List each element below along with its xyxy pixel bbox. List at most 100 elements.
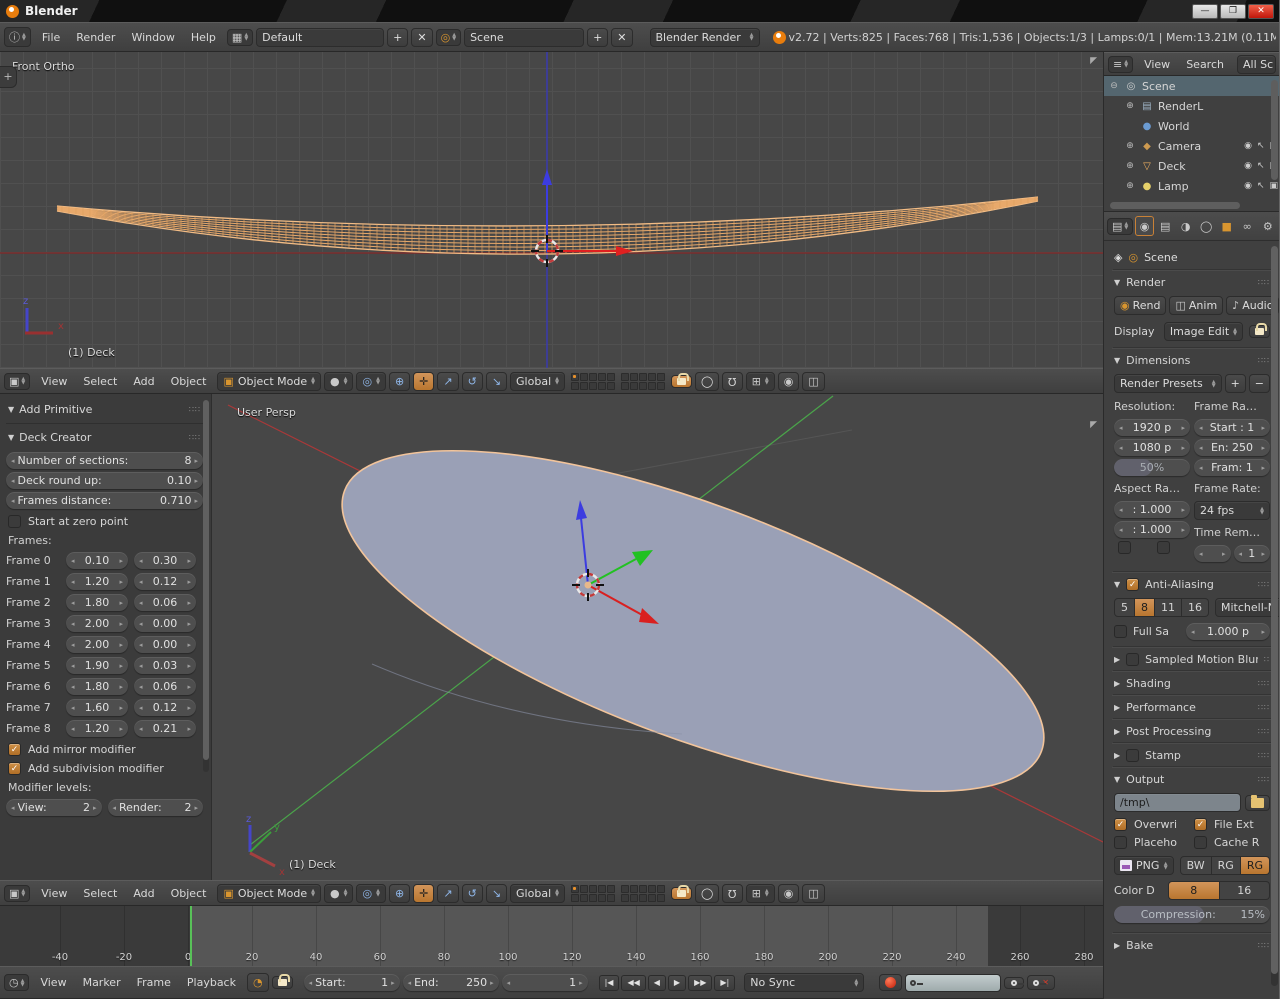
layers-widget[interactable] xyxy=(571,885,665,902)
scale-manipulator-button[interactable]: ↘ xyxy=(486,884,507,903)
translate-manipulator-button[interactable]: ↗ xyxy=(437,372,458,391)
translate-manipulator-button[interactable]: ↗ xyxy=(437,884,458,903)
layer-cell[interactable] xyxy=(639,382,647,390)
lock-time-button[interactable] xyxy=(272,976,293,989)
next-keyframe-button[interactable]: ▶▶ xyxy=(688,975,712,991)
frame-height-field[interactable]: ◂0.21▸ xyxy=(134,720,196,737)
menu-frame[interactable]: Frame xyxy=(129,973,179,992)
layer-cell[interactable] xyxy=(589,885,597,893)
layer-cell[interactable] xyxy=(598,382,606,390)
region-corner-icon[interactable]: ◤ xyxy=(1090,56,1097,66)
viewport-front-ortho[interactable]: z x Front Ortho (1) Deck + ◤ xyxy=(0,52,1103,368)
layer-cell[interactable] xyxy=(598,894,606,902)
aa-samples-5[interactable]: 5 xyxy=(1114,598,1135,617)
frame-height-field[interactable]: ◂0.12▸ xyxy=(134,573,196,590)
pivot-point-dropdown[interactable]: ◎▲▼ xyxy=(356,884,385,903)
layer-cell[interactable] xyxy=(630,885,638,893)
number-of-sections-field[interactable]: ◂Number of sections:8▸ xyxy=(6,452,203,469)
motion-blur-checkbox[interactable] xyxy=(1126,653,1139,666)
file-browse-button[interactable] xyxy=(1245,795,1270,811)
file-format-dropdown[interactable]: PNG▲▼ xyxy=(1114,856,1174,875)
time-remap-old-field[interactable]: ◂▸ xyxy=(1194,545,1231,562)
pin-icon[interactable]: ◈ xyxy=(1114,251,1122,264)
pivot-point-dropdown[interactable]: ◎▲▼ xyxy=(356,372,385,391)
visibility-eye-icon[interactable]: ◉ xyxy=(1244,181,1252,191)
depth-8[interactable]: 8 xyxy=(1168,881,1220,900)
snap-element-dropdown[interactable]: ⊞▲▼ xyxy=(746,372,775,391)
mode-bw[interactable]: BW xyxy=(1180,856,1212,875)
time-remap-new-field[interactable]: ◂1▸ xyxy=(1234,545,1271,562)
opengl-render-button[interactable]: ◉ xyxy=(778,372,800,391)
compression-slider[interactable]: Compression:15% xyxy=(1114,906,1270,923)
menu-view[interactable]: View xyxy=(33,884,75,903)
add-scene-button[interactable]: + xyxy=(587,28,608,47)
frame-height-field[interactable]: ◂0.06▸ xyxy=(134,594,196,611)
snap-element-dropdown[interactable]: ⊞▲▼ xyxy=(746,884,775,903)
panel-deck-creator[interactable]: ▼ Deck Creator ∷∷ xyxy=(6,426,203,449)
display-mode-dropdown[interactable]: Image Edit▲▼ xyxy=(1164,322,1243,341)
overwrite-checkbox[interactable]: ✓ xyxy=(1114,818,1127,831)
output-path-field[interactable]: /tmp\ xyxy=(1114,793,1241,812)
tab-scene[interactable]: ◑ xyxy=(1176,216,1195,236)
frame-height-field[interactable]: ◂0.12▸ xyxy=(134,699,196,716)
menu-add[interactable]: Add xyxy=(125,372,162,391)
section-dimensions[interactable]: ▼Dimensions∷∷ xyxy=(1112,348,1272,372)
layer-cell[interactable] xyxy=(589,382,597,390)
layer-cell[interactable] xyxy=(648,885,656,893)
use-preview-range-button[interactable]: ◔ xyxy=(247,973,269,992)
menu-file[interactable]: File xyxy=(34,28,68,47)
layer-cell[interactable] xyxy=(648,894,656,902)
layer-cell[interactable] xyxy=(598,373,606,381)
viewport-shading-dropdown[interactable]: ●▲▼ xyxy=(324,372,353,391)
layer-cell[interactable] xyxy=(589,894,597,902)
maximize-button[interactable]: ❐ xyxy=(1220,4,1246,19)
layer-cell[interactable] xyxy=(621,885,629,893)
aa-samples-8[interactable]: 8 xyxy=(1135,598,1155,617)
auto-keyframe-button[interactable] xyxy=(879,974,902,991)
layer-cell[interactable] xyxy=(571,382,579,390)
insert-keyframe-button[interactable] xyxy=(1004,977,1024,989)
region-corner-icon[interactable]: ◤ xyxy=(1090,420,1097,430)
menu-marker[interactable]: Marker xyxy=(75,973,129,992)
current-frame-playhead[interactable] xyxy=(190,906,192,966)
play-button[interactable]: ▶ xyxy=(668,975,686,991)
layer-cell[interactable] xyxy=(648,382,656,390)
frame-height-field[interactable]: ◂0.00▸ xyxy=(134,636,196,653)
menu-search[interactable]: Search xyxy=(1178,55,1232,74)
editor-type-button[interactable]: ▣▲▼ xyxy=(4,373,30,390)
layer-cell[interactable] xyxy=(607,373,615,381)
layer-cell[interactable] xyxy=(571,885,579,893)
expander-icon[interactable]: ⊕ xyxy=(1124,101,1136,111)
scene-icon-button[interactable]: ◎▲▼ xyxy=(436,29,461,46)
aspect-x-field[interactable]: ◂: 1.000▸ xyxy=(1114,501,1190,518)
menu-view[interactable]: View xyxy=(1136,55,1178,74)
visibility-eye-icon[interactable]: ◉ xyxy=(1244,161,1252,171)
layer-cell[interactable] xyxy=(571,373,579,381)
depth-16[interactable]: 16 xyxy=(1220,881,1271,900)
frame-width-field[interactable]: ◂2.00▸ xyxy=(66,636,128,653)
menu-select[interactable]: Select xyxy=(75,372,125,391)
minimize-button[interactable]: — xyxy=(1192,4,1218,19)
proportional-edit-button[interactable]: ◯ xyxy=(695,372,719,391)
frame-width-field[interactable]: ◂1.80▸ xyxy=(66,678,128,695)
aa-samples-11[interactable]: 11 xyxy=(1155,598,1182,617)
timeline-canvas[interactable]: -40-200204060801001201401601802002202402… xyxy=(0,906,1103,966)
display-filter-dropdown[interactable]: All Sc xyxy=(1237,55,1276,74)
frame-width-field[interactable]: ◂0.10▸ xyxy=(66,552,128,569)
menu-object[interactable]: Object xyxy=(163,372,215,391)
mode-dropdown[interactable]: ▣Object Mode▲▼ xyxy=(217,372,321,391)
deck-round-up-field[interactable]: ◂Deck round up:0.10▸ xyxy=(6,472,203,489)
panel-add-primitive[interactable]: ▼ Add Primitive ∷∷ xyxy=(6,398,203,421)
sync-dropdown[interactable]: No Sync▲▼ xyxy=(744,973,864,992)
placeholders-checkbox[interactable] xyxy=(1114,836,1127,849)
expander-icon[interactable]: ⊕ xyxy=(1124,181,1136,191)
frame-height-field[interactable]: ◂0.30▸ xyxy=(134,552,196,569)
snap-button[interactable]: Ω xyxy=(722,372,742,391)
menu-view[interactable]: View xyxy=(32,973,74,992)
jump-to-end-button[interactable]: ▶| xyxy=(714,975,735,991)
resolution-y-field[interactable]: ◂1080 p▸ xyxy=(1114,439,1190,456)
layer-cell[interactable] xyxy=(630,894,638,902)
frames-distance-field[interactable]: ◂Frames distance:0.710▸ xyxy=(6,492,203,509)
close-button[interactable]: ✕ xyxy=(1248,4,1274,19)
current-frame-field[interactable]: ◂1▸ xyxy=(502,974,588,991)
